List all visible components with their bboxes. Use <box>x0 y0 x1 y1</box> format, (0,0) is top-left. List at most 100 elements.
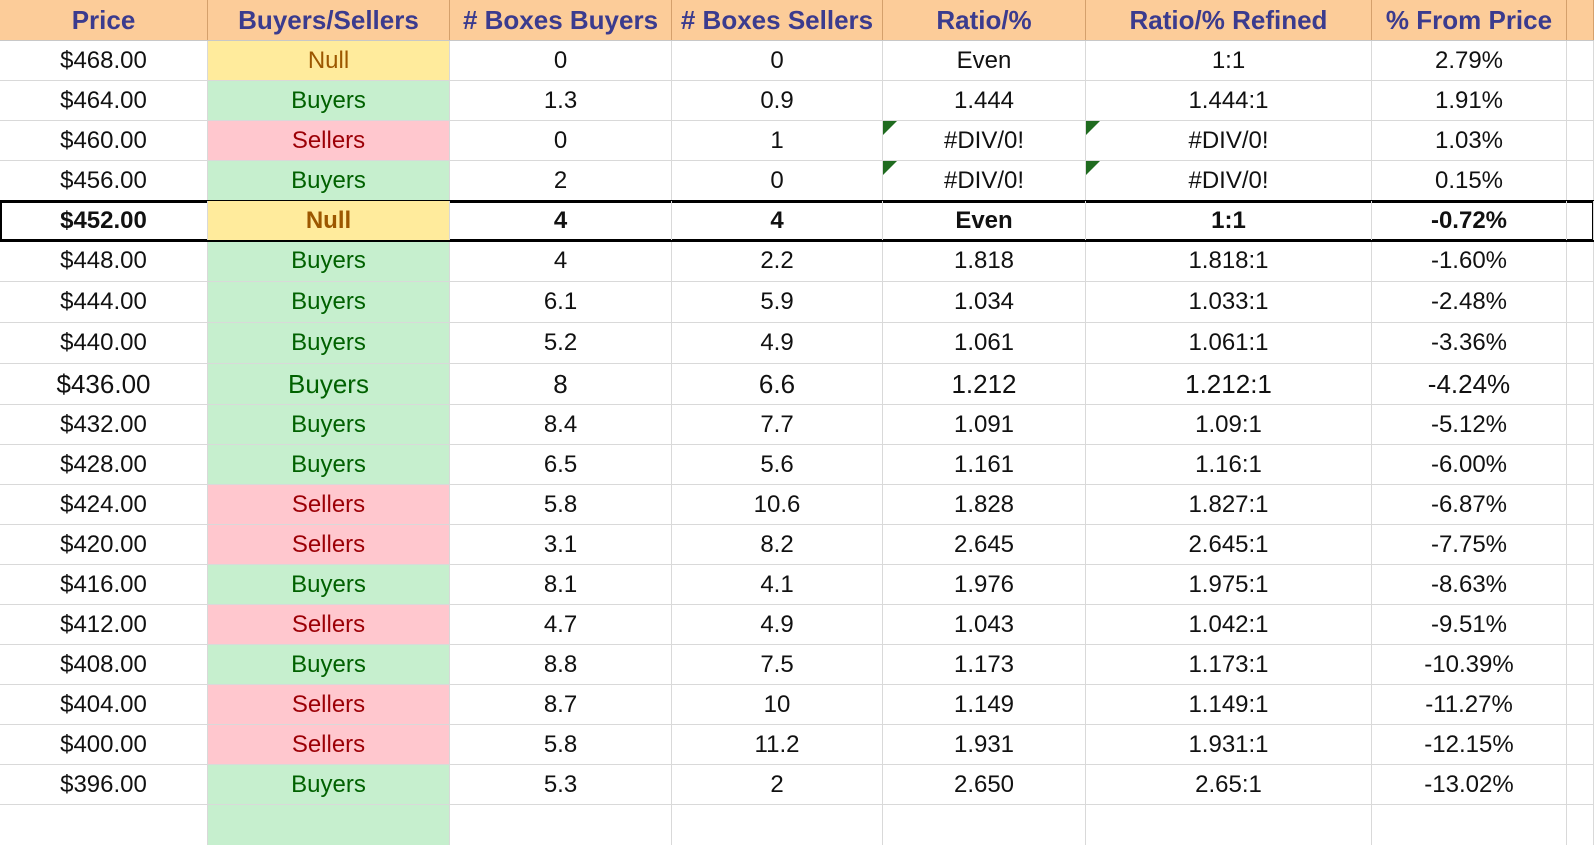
cell-from-price[interactable]: 2.79% <box>1372 41 1567 80</box>
cell-price[interactable]: $452.00 <box>0 201 208 240</box>
cell-from-price[interactable]: -9.51% <box>1372 605 1567 644</box>
cell-ratio-refined[interactable]: 1.444:1 <box>1086 81 1372 120</box>
cell-buyers-sellers[interactable]: Null <box>208 41 450 80</box>
cell-from-price[interactable]: -1.60% <box>1372 241 1567 281</box>
header-boxes-sellers[interactable]: # Boxes Sellers <box>672 0 883 40</box>
cell-blank[interactable] <box>1567 121 1594 160</box>
cell-boxes-sellers[interactable]: 4 <box>672 201 883 240</box>
cell-boxes-sellers[interactable]: 6.6 <box>672 364 883 404</box>
cell-boxes-buyers[interactable]: 0 <box>450 121 672 160</box>
cell-boxes-sellers[interactable]: 0.9 <box>672 81 883 120</box>
cell-boxes-sellers[interactable]: 4.1 <box>672 565 883 604</box>
cell-blank[interactable] <box>1567 41 1594 80</box>
cell-ratio-refined[interactable]: 2.65:1 <box>1086 765 1372 804</box>
cell-boxes-buyers[interactable]: 2 <box>450 161 672 200</box>
cell-from-price[interactable]: -2.48% <box>1372 282 1567 322</box>
cell-blank[interactable] <box>1567 525 1594 564</box>
cell-ratio-refined[interactable]: 1.09:1 <box>1086 405 1372 444</box>
cell-buyers-sellers[interactable]: Buyers <box>208 445 450 484</box>
cell-boxes-buyers[interactable]: 4 <box>450 201 672 240</box>
cell-from-price[interactable]: -11.27% <box>1372 685 1567 724</box>
cell-from-price[interactable]: -6.87% <box>1372 485 1567 524</box>
cell-ratio[interactable]: 2.645 <box>883 525 1086 564</box>
header-buyers-sellers[interactable]: Buyers/Sellers <box>208 0 450 40</box>
cell-boxes-buyers[interactable]: 5.8 <box>450 725 672 764</box>
cell-ratio-refined[interactable]: 1.931:1 <box>1086 725 1372 764</box>
cell-price[interactable]: $420.00 <box>0 525 208 564</box>
cell-blank[interactable] <box>1567 445 1594 484</box>
cell-blank[interactable] <box>1567 645 1594 684</box>
cell-buyers-sellers[interactable]: Buyers <box>208 241 450 281</box>
cell-blank[interactable] <box>1086 805 1372 845</box>
cell-buyers-sellers[interactable]: Buyers <box>208 364 450 404</box>
cell-from-price[interactable]: -12.15% <box>1372 725 1567 764</box>
cell-price[interactable]: $416.00 <box>0 565 208 604</box>
cell-boxes-sellers[interactable]: 0 <box>672 161 883 200</box>
cell-ratio[interactable]: 1.034 <box>883 282 1086 322</box>
cell-boxes-sellers[interactable]: 1 <box>672 121 883 160</box>
cell-buyers-sellers[interactable]: Buyers <box>208 323 450 363</box>
cell-blank[interactable] <box>1372 805 1567 845</box>
cell-buyers-sellers[interactable]: Buyers <box>208 565 450 604</box>
cell-ratio[interactable]: 1.043 <box>883 605 1086 644</box>
header-from-price[interactable]: % From Price <box>1372 0 1567 40</box>
cell-buyers-sellers[interactable]: Sellers <box>208 121 450 160</box>
cell-ratio-refined[interactable]: 1.042:1 <box>1086 605 1372 644</box>
cell-blank[interactable] <box>1567 81 1594 120</box>
cell-ratio[interactable]: 1.444 <box>883 81 1086 120</box>
cell-boxes-buyers[interactable]: 5.8 <box>450 485 672 524</box>
cell-boxes-sellers[interactable]: 4.9 <box>672 605 883 644</box>
cell-price[interactable]: $404.00 <box>0 685 208 724</box>
cell-boxes-sellers[interactable]: 5.6 <box>672 445 883 484</box>
cell-blank[interactable] <box>1567 241 1594 281</box>
cell-ratio[interactable]: Even <box>883 41 1086 80</box>
cell-boxes-buyers[interactable]: 6.5 <box>450 445 672 484</box>
cell-from-price[interactable]: 1.03% <box>1372 121 1567 160</box>
cell-boxes-sellers[interactable]: 8.2 <box>672 525 883 564</box>
cell-ratio[interactable]: Even <box>883 201 1086 240</box>
cell-boxes-sellers[interactable]: 11.2 <box>672 725 883 764</box>
cell-ratio-refined[interactable]: 1.061:1 <box>1086 323 1372 363</box>
cell-boxes-sellers[interactable]: 2 <box>672 765 883 804</box>
cell-buyers-sellers[interactable]: Null <box>208 201 450 240</box>
cell-ratio[interactable]: 1.212 <box>883 364 1086 404</box>
cell-boxes-sellers[interactable]: 5.9 <box>672 282 883 322</box>
cell-ratio[interactable]: 1.149 <box>883 685 1086 724</box>
cell-boxes-sellers[interactable]: 0 <box>672 41 883 80</box>
cell-price[interactable]: $440.00 <box>0 323 208 363</box>
cell-boxes-sellers[interactable]: 10 <box>672 685 883 724</box>
cell-buyers-sellers[interactable]: Buyers <box>208 645 450 684</box>
cell-boxes-buyers[interactable]: 4 <box>450 241 672 281</box>
cell-ratio[interactable]: 1.091 <box>883 405 1086 444</box>
cell-buyers-sellers[interactable]: Sellers <box>208 685 450 724</box>
cell-from-price[interactable]: -6.00% <box>1372 445 1567 484</box>
cell-price[interactable]: $424.00 <box>0 485 208 524</box>
cell-buyers-sellers[interactable]: Sellers <box>208 725 450 764</box>
cell-price[interactable]: $428.00 <box>0 445 208 484</box>
cell-boxes-sellers[interactable]: 10.6 <box>672 485 883 524</box>
header-ratio[interactable]: Ratio/% <box>883 0 1086 40</box>
cell-ratio-refined[interactable]: 1.818:1 <box>1086 241 1372 281</box>
cell-ratio-refined[interactable]: 1.975:1 <box>1086 565 1372 604</box>
cell-boxes-buyers[interactable]: 8.4 <box>450 405 672 444</box>
cell-ratio-refined[interactable]: 1.827:1 <box>1086 485 1372 524</box>
cell-blank[interactable] <box>1567 364 1594 404</box>
cell-blank[interactable] <box>672 805 883 845</box>
cell-buyers-sellers[interactable]: Buyers <box>208 81 450 120</box>
cell-ratio-refined[interactable]: 1.149:1 <box>1086 685 1372 724</box>
cell-side-partial[interactable] <box>208 805 450 845</box>
cell-boxes-buyers[interactable]: 1.3 <box>450 81 672 120</box>
cell-boxes-buyers[interactable]: 0 <box>450 41 672 80</box>
cell-from-price[interactable]: -5.12% <box>1372 405 1567 444</box>
cell-ratio[interactable]: 1.818 <box>883 241 1086 281</box>
cell-ratio-refined[interactable]: #DIV/0! <box>1086 161 1372 200</box>
cell-boxes-buyers[interactable]: 8.1 <box>450 565 672 604</box>
cell-boxes-buyers[interactable]: 6.1 <box>450 282 672 322</box>
header-ratio-refined[interactable]: Ratio/% Refined <box>1086 0 1372 40</box>
cell-boxes-buyers[interactable]: 4.7 <box>450 605 672 644</box>
cell-blank[interactable] <box>1567 161 1594 200</box>
cell-price[interactable]: $396.00 <box>0 765 208 804</box>
cell-price[interactable]: $460.00 <box>0 121 208 160</box>
cell-ratio[interactable]: 1.161 <box>883 445 1086 484</box>
cell-boxes-sellers[interactable]: 7.5 <box>672 645 883 684</box>
